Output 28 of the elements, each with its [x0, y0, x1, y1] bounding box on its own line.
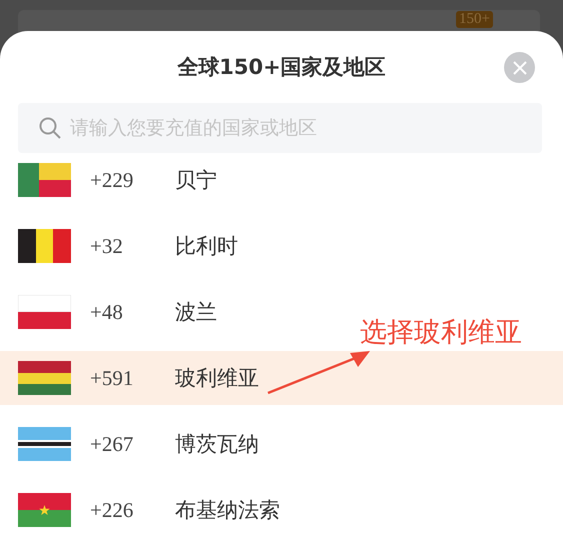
- dial-code: +229: [90, 168, 134, 192]
- annotation-text: 选择玻利维亚: [360, 316, 522, 350]
- country-row[interactable]: +267 博茨瓦纳: [0, 417, 279, 471]
- country-name: 博茨瓦纳: [175, 431, 259, 458]
- country-name: 比利时: [175, 233, 238, 260]
- country-name: 布基纳法索: [175, 497, 280, 524]
- flag-icon: [18, 163, 71, 197]
- country-name: 玻利维亚: [175, 365, 259, 392]
- country-row[interactable]: +229 贝宁: [0, 153, 237, 207]
- sheet-title: 全球150+国家及地区: [177, 54, 386, 81]
- flag-icon: [18, 295, 71, 329]
- flag-icon: [18, 229, 71, 263]
- country-row[interactable]: +48 波兰: [0, 285, 237, 339]
- dial-code: +48: [90, 300, 124, 324]
- close-button[interactable]: [504, 52, 535, 83]
- country-row[interactable]: +591 玻利维亚: [0, 351, 563, 405]
- dial-code: +591: [90, 366, 134, 390]
- country-name: 贝宁: [175, 167, 217, 194]
- dial-code: +267: [90, 432, 134, 456]
- country-row[interactable]: +32 比利时: [0, 219, 258, 273]
- flag-icon: [18, 361, 71, 395]
- dial-code: +226: [90, 498, 134, 522]
- dial-code: +32: [90, 234, 124, 258]
- flag-icon: [18, 493, 71, 527]
- close-icon: [512, 60, 526, 74]
- country-name: 波兰: [175, 299, 217, 326]
- flag-icon: [18, 427, 71, 461]
- country-row[interactable]: +226 布基纳法索: [0, 483, 300, 537]
